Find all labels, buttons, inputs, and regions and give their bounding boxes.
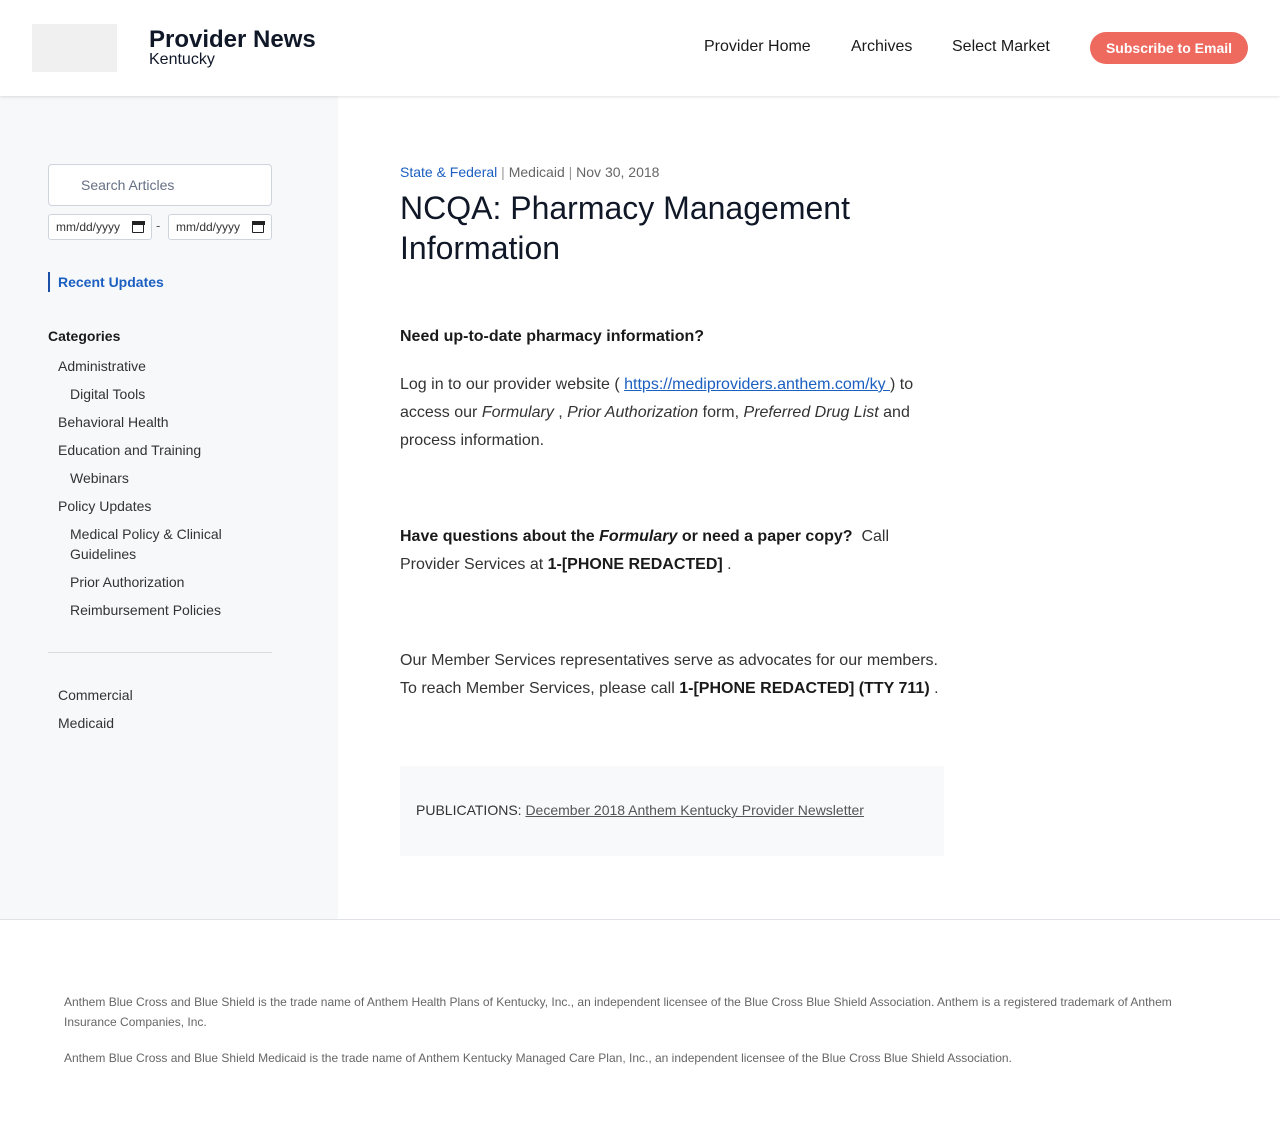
lob-commercial[interactable]: Commercial	[58, 685, 133, 705]
categories-heading: Categories	[48, 328, 121, 344]
article-paragraph-member-services: Our Member Services representatives serv…	[400, 647, 945, 703]
nav-archives[interactable]: Archives	[851, 38, 912, 56]
category-behavioral-health[interactable]: Behavioral Health	[58, 412, 169, 432]
article-line-of-business: Medicaid	[508, 164, 565, 180]
end-date-placeholder: mm/dd/yyyy	[176, 220, 241, 234]
article-paragraph-login: Log in to our provider website ( https:/…	[400, 371, 945, 455]
footer-divider	[0, 919, 1280, 920]
article-date: Nov 30, 2018	[576, 164, 660, 180]
article-paragraph-questions: Have questions about the Formulary or ne…	[400, 523, 945, 579]
search-box[interactable]	[48, 164, 272, 206]
category-reimbursement-policies[interactable]: Reimbursement Policies	[70, 600, 221, 620]
start-date-placeholder: mm/dd/yyyy	[56, 220, 121, 234]
footer-legal-medicaid: Anthem Blue Cross and Blue Shield Medica…	[64, 1051, 1012, 1065]
nav-select-market[interactable]: Select Market	[952, 38, 1050, 56]
category-policy-updates[interactable]: Policy Updates	[58, 496, 151, 516]
provider-website-link[interactable]: https://mediproviders.anthem.com/ky	[624, 376, 890, 393]
formulary-text: Formulary	[599, 528, 678, 545]
recent-updates-link[interactable]: Recent Updates	[48, 272, 164, 292]
text: or need a paper copy?	[677, 528, 853, 545]
start-date-field[interactable]: mm/dd/yyyy	[48, 214, 152, 240]
subscribe-button[interactable]: Subscribe to Email	[1090, 32, 1248, 64]
calendar-icon[interactable]	[131, 220, 145, 233]
article-meta: State & Federal | Medicaid | Nov 30, 201…	[400, 164, 659, 180]
meta-separator: |	[501, 164, 505, 180]
text: ,	[558, 404, 568, 421]
lob-medicaid[interactable]: Medicaid	[58, 713, 114, 733]
sidebar-divider	[48, 652, 272, 653]
text: form,	[698, 404, 744, 421]
sidebar: mm/dd/yyyy - mm/dd/yyyy Recent Updates C…	[0, 96, 338, 919]
publications-label: PUBLICATIONS:	[416, 802, 522, 818]
article-category-link[interactable]: State & Federal	[400, 164, 497, 180]
text: Log in to our provider website (	[400, 376, 625, 393]
category-prior-authorization[interactable]: Prior Authorization	[70, 572, 184, 592]
text: .	[727, 556, 732, 573]
category-medical-policy[interactable]: Medical Policy & Clinical Guidelines	[70, 524, 260, 564]
footer-legal-commercial: Anthem Blue Cross and Blue Shield is the…	[64, 995, 1172, 1029]
heading-text: Need up-to-date pharmacy information?	[400, 328, 705, 345]
category-administrative[interactable]: Administrative	[58, 356, 146, 376]
text: .	[934, 680, 939, 697]
article-heading-pharmacy: Need up-to-date pharmacy information?	[400, 323, 945, 351]
publications-line: PUBLICATIONS: December 2018 Anthem Kentu…	[416, 802, 864, 818]
nav-provider-home[interactable]: Provider Home	[704, 38, 811, 56]
meta-separator: |	[568, 164, 573, 180]
site-market: Kentucky	[149, 51, 215, 68]
preferred-drug-list-text: Preferred Drug List	[743, 404, 879, 421]
publications-box: PUBLICATIONS: December 2018 Anthem Kentu…	[400, 766, 944, 856]
text: Have questions about the	[400, 528, 600, 545]
anthem-logo[interactable]	[32, 24, 117, 72]
search-input[interactable]	[81, 175, 261, 195]
site-title: Provider News	[149, 26, 316, 53]
site-header: Provider News Kentucky Provider Home Arc…	[0, 0, 1280, 96]
calendar-icon[interactable]	[251, 220, 265, 233]
publication-link[interactable]: December 2018 Anthem Kentucky Provider N…	[525, 802, 864, 818]
date-range-separator: -	[156, 218, 161, 233]
formulary-text: Formulary	[481, 404, 559, 421]
end-date-field[interactable]: mm/dd/yyyy	[168, 214, 272, 240]
article-title: NCQA: Pharmacy Management Information	[400, 190, 850, 266]
category-education-training[interactable]: Education and Training	[58, 440, 201, 460]
category-digital-tools[interactable]: Digital Tools	[70, 384, 145, 404]
prior-authorization-text: Prior Authorization	[567, 404, 699, 421]
category-webinars[interactable]: Webinars	[70, 468, 129, 488]
member-services-phone: 1-[PHONE REDACTED] (TTY 711)	[679, 680, 935, 697]
provider-services-phone: 1-[PHONE REDACTED]	[547, 556, 728, 573]
